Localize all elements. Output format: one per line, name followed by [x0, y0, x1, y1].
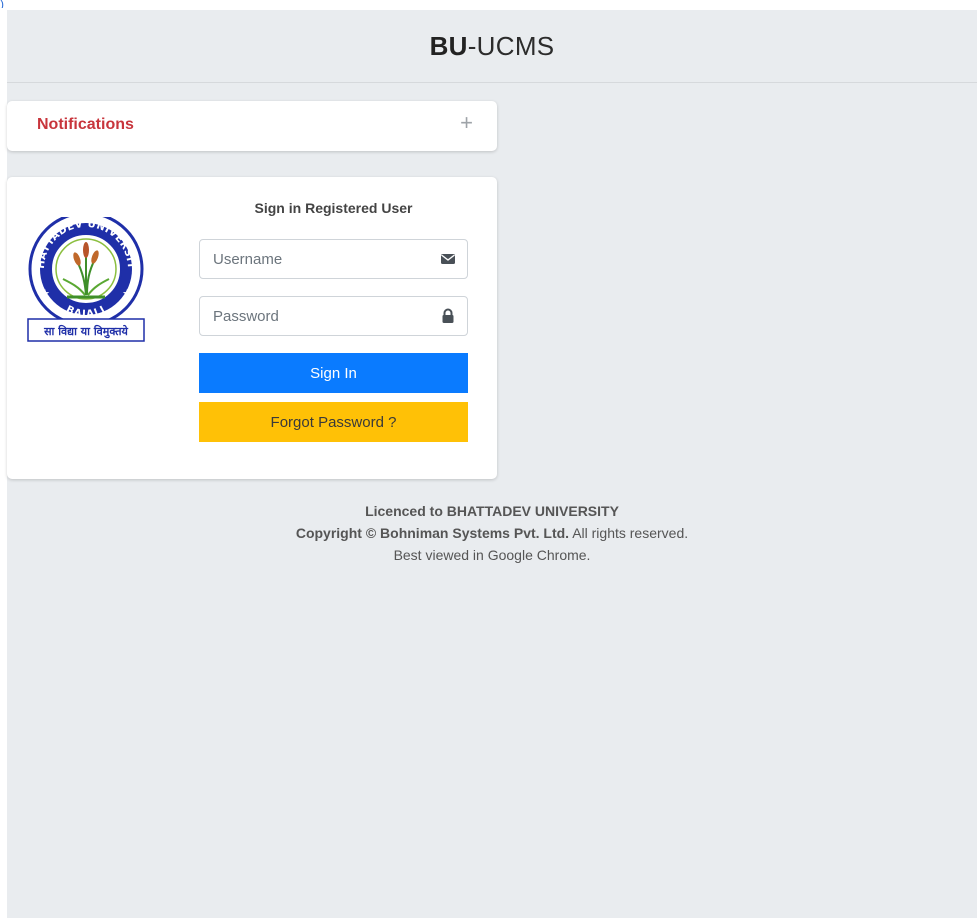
stray-mark: ) — [0, 0, 4, 8]
username-field[interactable] — [199, 239, 468, 279]
notifications-panel[interactable]: Notifications + — [7, 101, 497, 151]
licence-text: Licenced to BHATTADEV UNIVERSITY — [365, 503, 619, 519]
browser-note: Best viewed in Google Chrome. — [393, 547, 591, 563]
footer: Licenced to BHATTADEV UNIVERSITY Copyrig… — [7, 500, 977, 566]
username-input[interactable] — [200, 240, 430, 278]
brand-light: -UCMS — [467, 30, 555, 61]
app-header: BU -UCMS — [7, 10, 977, 83]
copyright-line: Copyright © Bohniman Systems Pvt. Ltd. A… — [7, 522, 977, 544]
svg-text:★: ★ — [122, 288, 132, 300]
notifications-title[interactable]: Notifications — [37, 116, 134, 134]
password-input[interactable] — [200, 297, 430, 335]
rights-reserved: All rights reserved. — [569, 525, 689, 541]
expand-plus-icon[interactable]: + — [460, 112, 473, 134]
page: BU-UCMS Notifications + BHATTADEV UNIVER… — [7, 10, 977, 918]
signin-button[interactable]: Sign In — [199, 353, 468, 393]
signin-form-title: Sign in Registered User — [254, 200, 413, 216]
login-panel: BHATTADEV UNIVERSITY BAJALI ★ ★ सा विद्य… — [7, 177, 497, 479]
lock-icon — [442, 308, 454, 323]
copyright-holder: Copyright © Bohniman Systems Pvt. Ltd. — [295, 525, 570, 541]
svg-text:★: ★ — [40, 288, 50, 300]
forgot-password-button[interactable]: Forgot Password ? — [199, 402, 468, 442]
university-logo: BHATTADEV UNIVERSITY BAJALI ★ ★ सा विद्य… — [27, 217, 145, 342]
password-field[interactable] — [199, 296, 468, 336]
envelope-icon — [441, 254, 455, 264]
logo-motto: सा विद्या या विमुक्तये — [43, 324, 128, 339]
brand-bold: BU — [429, 30, 468, 61]
